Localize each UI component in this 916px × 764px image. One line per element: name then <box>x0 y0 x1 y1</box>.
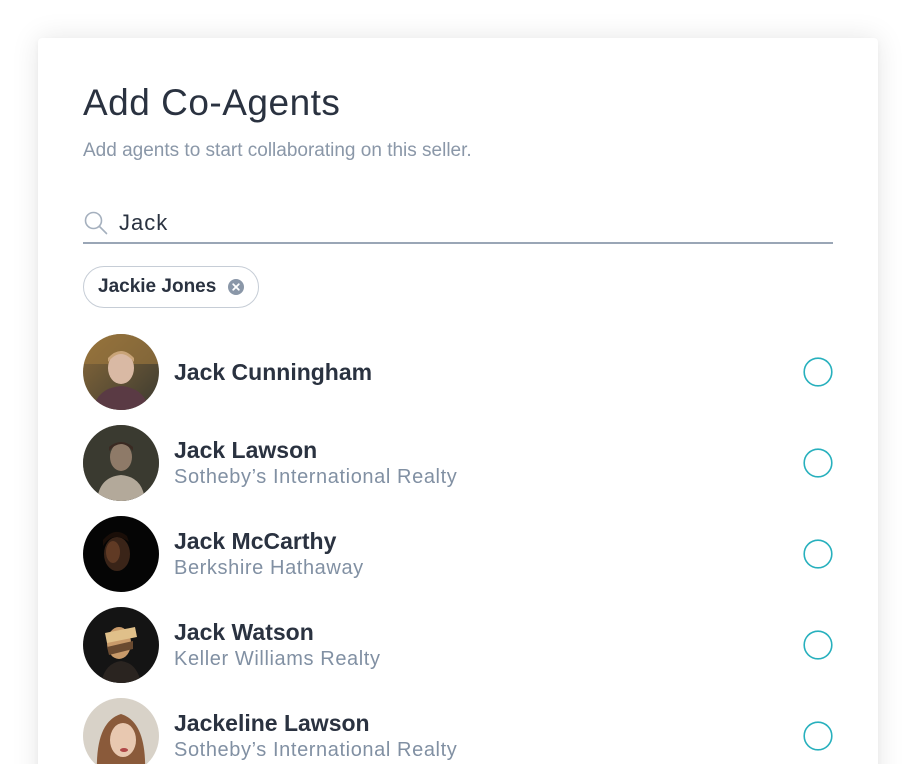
page-title: Add Co-Agents <box>83 82 341 123</box>
page-subtitle: Add agents to start collaborating on thi… <box>83 140 472 161</box>
agent-row[interactable]: Jack Cunningham <box>83 334 833 410</box>
agent-row[interactable]: Jack McCarthy Berkshire Hathaway <box>83 516 833 592</box>
agent-company: Berkshire Hathaway <box>174 557 364 579</box>
search-field[interactable] <box>83 206 833 244</box>
avatar <box>83 334 159 410</box>
search-icon <box>83 210 109 236</box>
selected-agent-chip: Jackie Jones <box>83 266 260 308</box>
page: Add Co-Agents Add agents to start collab… <box>0 0 916 764</box>
select-agent-radio[interactable] <box>803 448 833 478</box>
agent-name: Jack McCarthy <box>174 528 337 554</box>
agent-company: Sotheby’s International Realty <box>174 466 458 488</box>
avatar <box>83 698 159 764</box>
select-agent-radio[interactable] <box>803 721 833 751</box>
agent-info: Jackeline Lawson Sotheby’s International… <box>174 698 457 764</box>
select-agent-radio[interactable] <box>803 357 833 387</box>
agent-company: Keller Williams Realty <box>174 648 381 670</box>
avatar <box>83 425 159 501</box>
agent-company: Sotheby’s International Realty <box>174 739 458 761</box>
agent-info: Jack McCarthy Berkshire Hathaway <box>174 516 364 592</box>
add-co-agents-dialog: Add Co-Agents Add agents to start collab… <box>38 38 878 764</box>
agent-row[interactable]: Jack Watson Keller Williams Realty <box>83 607 833 683</box>
select-agent-radio[interactable] <box>803 539 833 569</box>
close-circle-icon[interactable] <box>228 279 245 295</box>
agent-info: Jack Lawson Sotheby’s International Real… <box>174 425 457 501</box>
agent-info: Jack Cunningham <box>174 334 372 410</box>
agent-name: Jack Cunningham <box>174 359 373 385</box>
agent-name: Jack Watson <box>174 619 314 645</box>
chip-label: Jackie Jones <box>98 276 217 297</box>
search-input[interactable] <box>119 206 819 240</box>
select-agent-radio[interactable] <box>803 630 833 660</box>
agent-info: Jack Watson Keller Williams Realty <box>174 607 381 683</box>
agent-name: Jack Lawson <box>174 437 318 463</box>
agent-row[interactable]: Jack Lawson Sotheby’s International Real… <box>83 425 833 501</box>
agent-name: Jackeline Lawson <box>174 710 370 736</box>
agent-row[interactable]: Jackeline Lawson Sotheby’s International… <box>83 698 833 764</box>
avatar <box>83 607 159 683</box>
avatar <box>83 516 159 592</box>
